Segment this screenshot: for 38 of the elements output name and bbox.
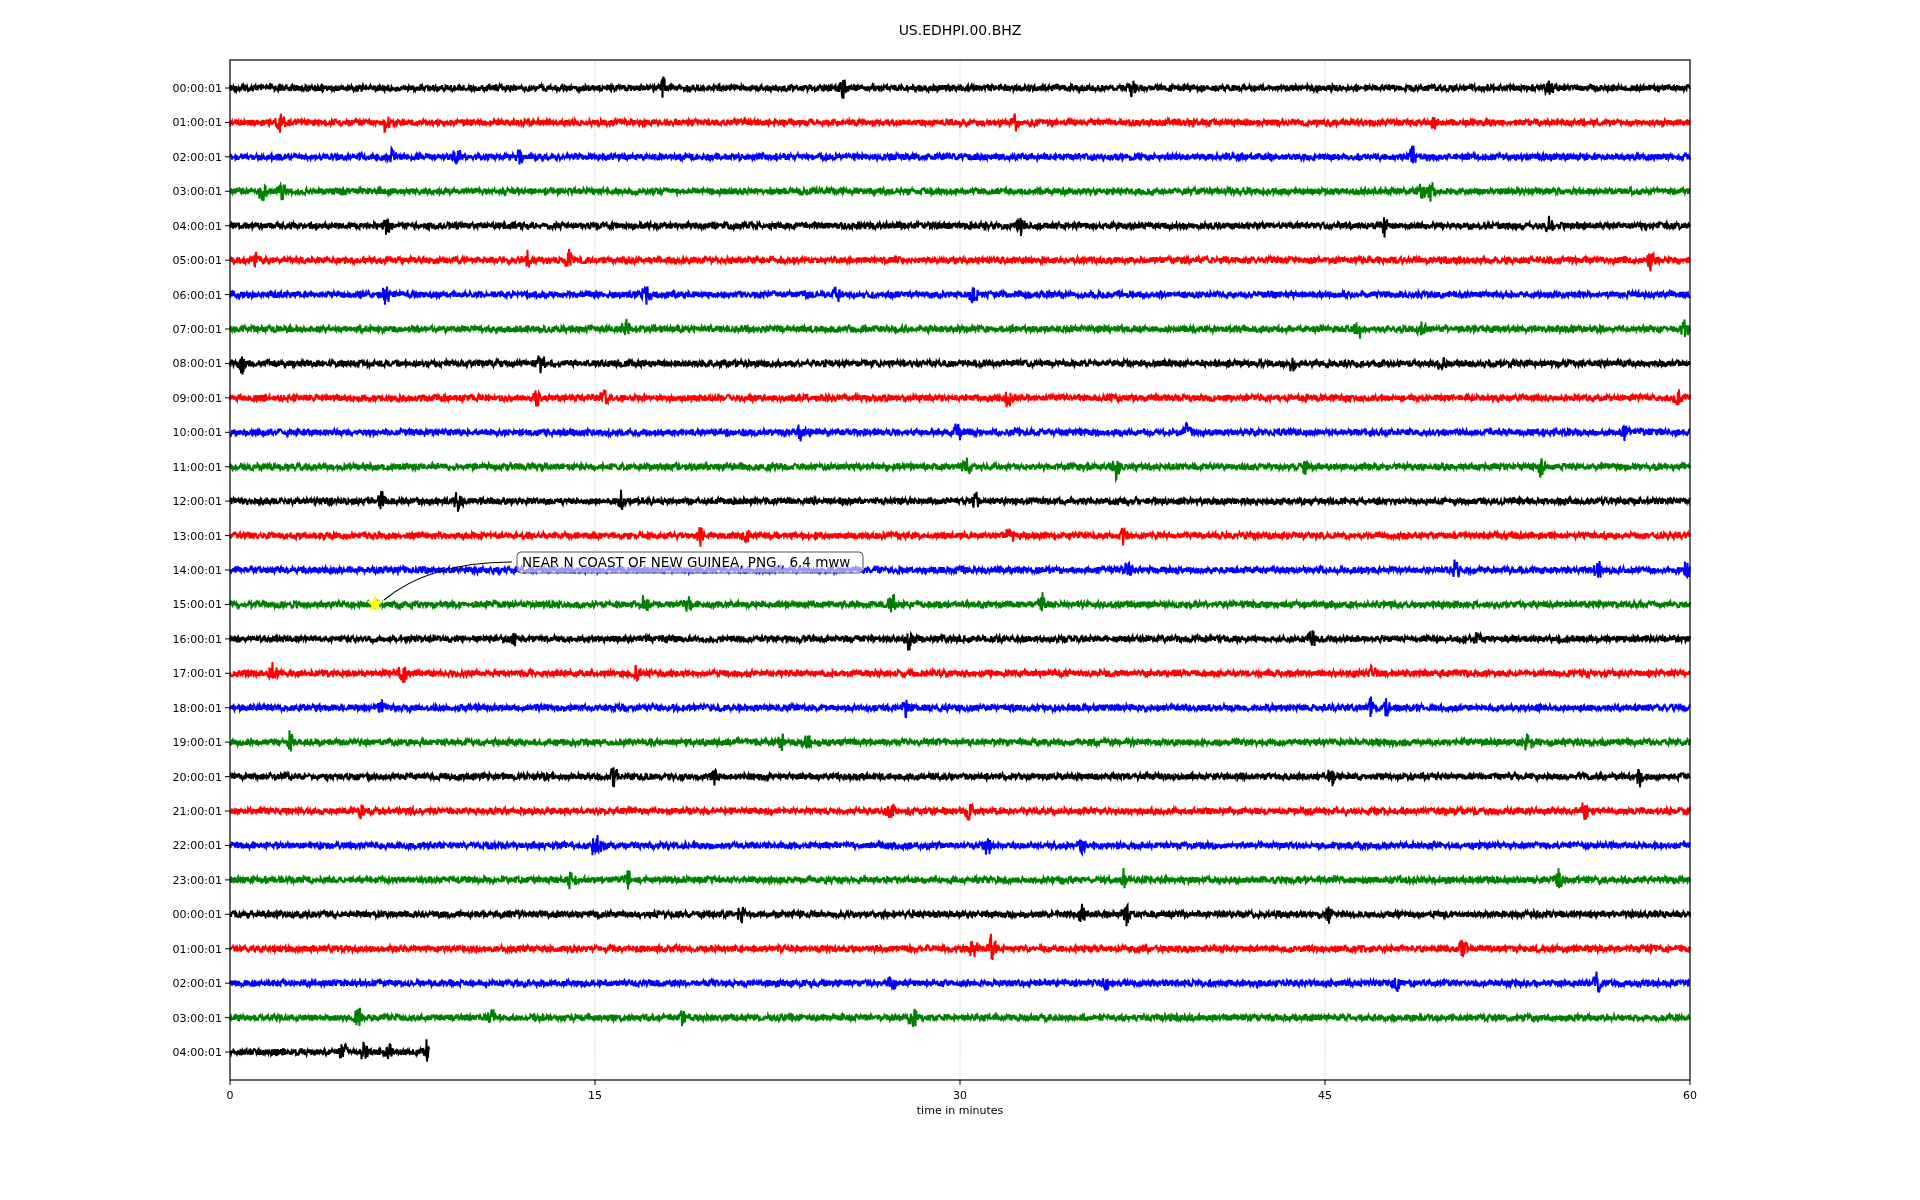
y-tick-label: 01:00:01	[172, 942, 222, 956]
y-tick-label: 14:00:01	[172, 564, 222, 577]
y-tick-label: 00:00:01	[172, 82, 222, 95]
y-tick-label: 17:00:01	[172, 667, 222, 681]
x-tick-label: 30	[953, 1089, 967, 1102]
event-star-icon	[366, 595, 384, 612]
plot-title: US.EDHPI.00.BHZ	[898, 22, 1022, 38]
y-tick-label: 16:00:01	[172, 632, 222, 646]
x-axis-label: time in minutes	[916, 1104, 1004, 1117]
y-tick-label: 13:00:01	[172, 529, 222, 543]
y-tick-label: 06:00:01	[172, 288, 222, 302]
annotation-label: NEAR N COAST OF NEW GUINEA, PNG., 6.4 mww	[516, 551, 864, 574]
y-tick-label: 11:00:01	[172, 460, 222, 474]
y-tick-label: 20:00:01	[172, 770, 222, 784]
x-tick-label: 15	[588, 1089, 602, 1102]
y-tick-label: 09:00:01	[172, 391, 222, 405]
y-tick-label: 04:00:01	[172, 1046, 222, 1060]
y-tick-label: 02:00:01	[172, 150, 222, 164]
y-tick-label: 08:00:01	[172, 357, 222, 371]
y-tick-label: 22:00:01	[172, 839, 222, 853]
y-tick-label: 18:00:01	[172, 701, 222, 715]
x-tick-label: 60	[1683, 1089, 1697, 1102]
y-tick-label: 23:00:01	[172, 873, 222, 887]
y-tick-label: 05:00:01	[172, 254, 222, 268]
y-tick-label: 00:00:01	[172, 908, 222, 922]
x-tick-label: 0	[226, 1089, 234, 1102]
y-tick-label: 15:00:01	[172, 598, 222, 612]
y-tick-label: 01:00:01	[172, 116, 222, 130]
y-tick-label: 03:00:01	[172, 185, 222, 199]
y-tick-label: 21:00:01	[172, 805, 222, 819]
y-tick-label: 04:00:01	[172, 219, 222, 233]
x-tick-label: 45	[1318, 1089, 1332, 1102]
y-tick-label: 19:00:01	[172, 736, 222, 750]
y-tick-label: 02:00:01	[172, 977, 222, 991]
y-tick-label: 12:00:01	[172, 495, 222, 509]
y-tick-label: 03:00:01	[172, 1011, 222, 1025]
y-tick-label: 10:00:01	[172, 426, 222, 440]
y-tick-label: 07:00:01	[172, 323, 222, 336]
